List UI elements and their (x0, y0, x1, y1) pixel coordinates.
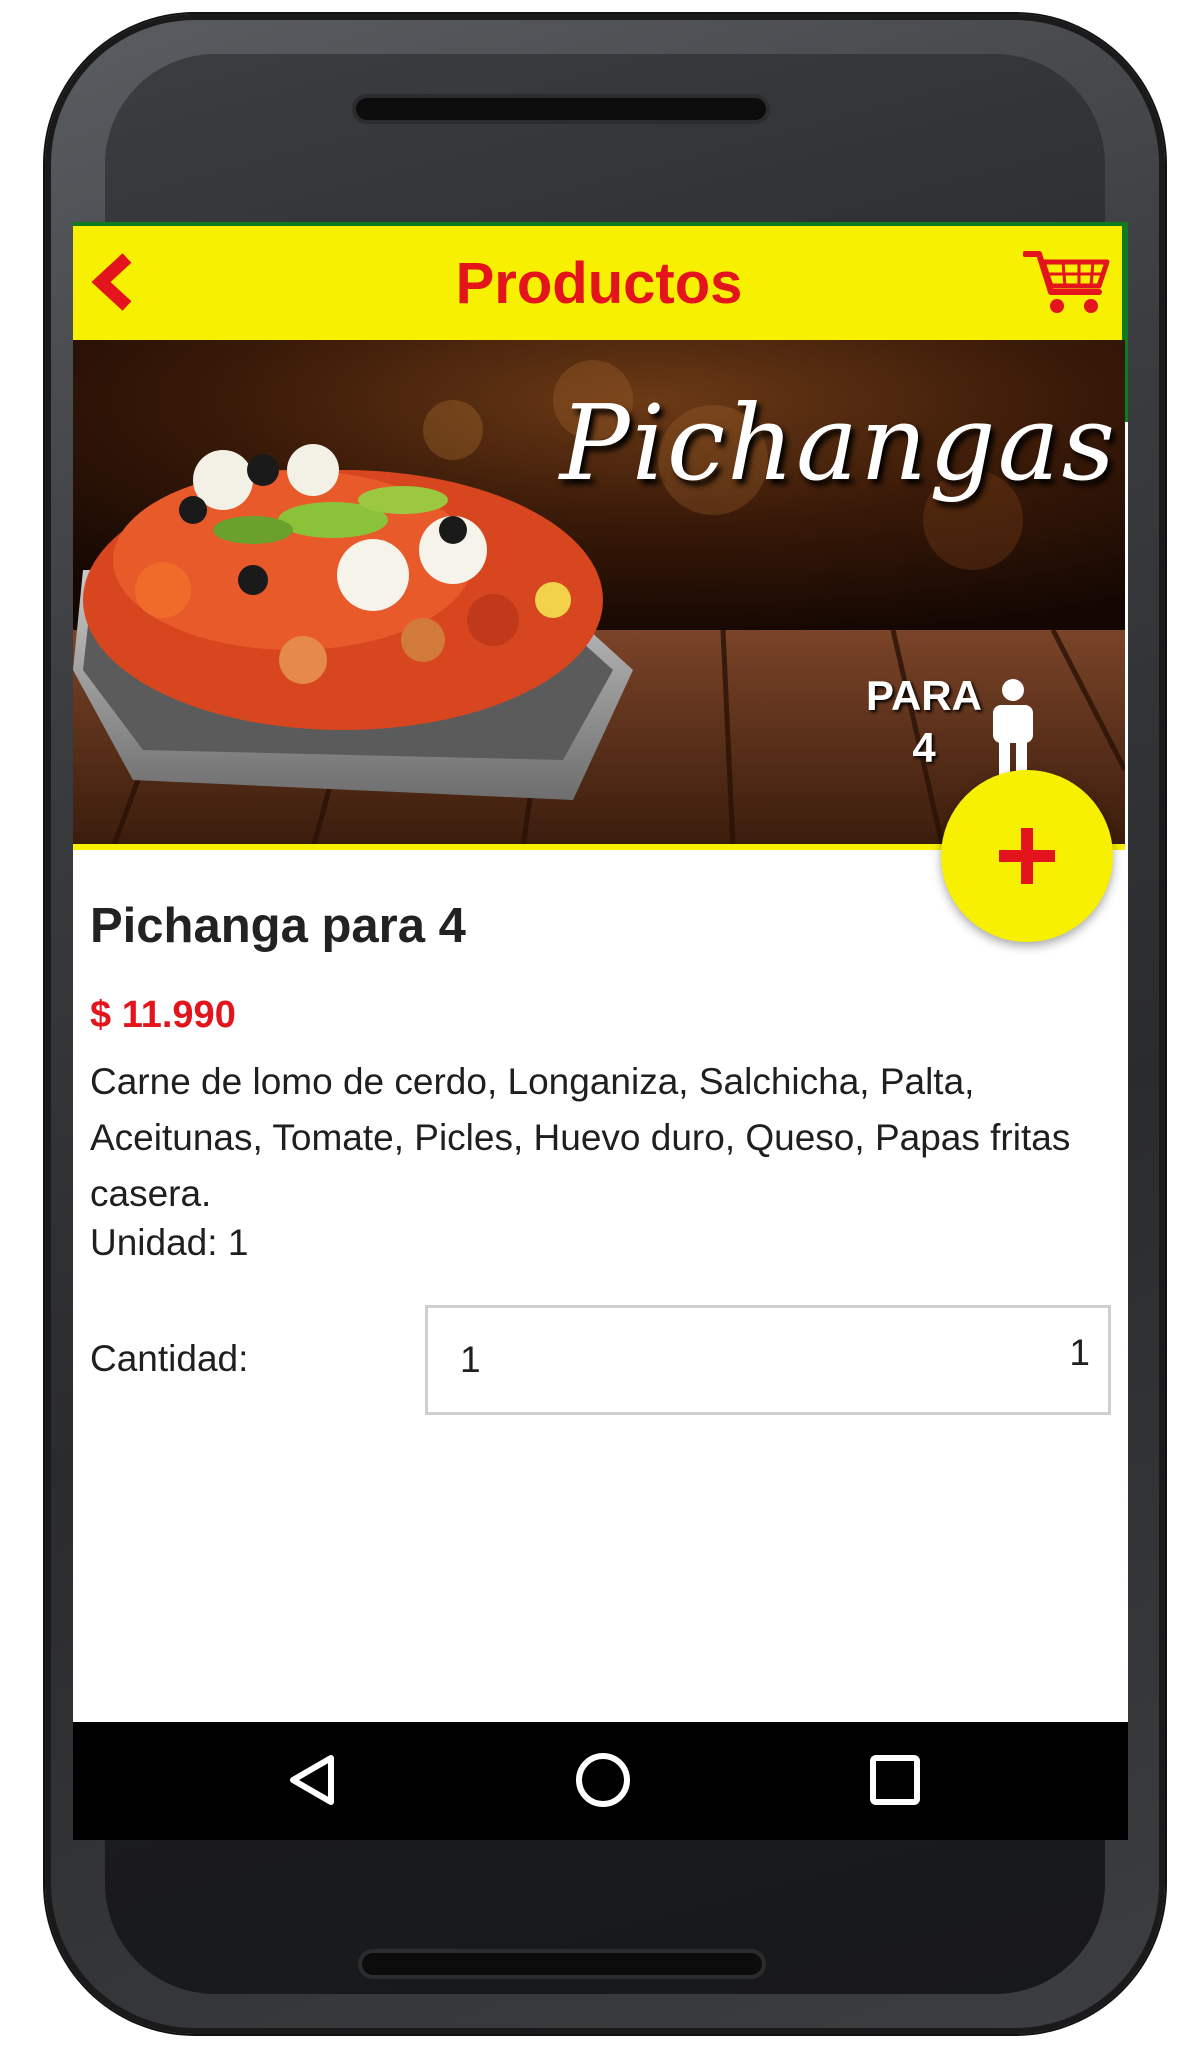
app-bar: Productos (73, 222, 1125, 340)
bottom-speaker (362, 1953, 762, 1975)
nav-back-button[interactable] (283, 1750, 343, 1810)
earpiece-speaker (356, 98, 766, 120)
plus-icon (999, 828, 1055, 884)
nav-home-icon (576, 1753, 630, 1807)
unit-value: 1 (227, 1222, 249, 1263)
product-unit: Unidad: 1 (90, 1222, 248, 1264)
nav-home-button[interactable] (573, 1750, 633, 1810)
banner-headline: Pichangas (559, 382, 1117, 504)
quantity-label: Cantidad: (90, 1338, 249, 1379)
add-to-cart-fab[interactable] (941, 770, 1113, 942)
nav-recents-button[interactable] (865, 1750, 925, 1810)
banner-para-count: 4 (912, 724, 936, 771)
nav-recents-icon (870, 1755, 920, 1805)
cart-button[interactable] (1022, 246, 1111, 316)
banner-serves-badge: PARA 4 (859, 670, 989, 774)
product-name: Pichanga para 4 (90, 899, 466, 953)
product-price: $ 11.990 (90, 994, 236, 1036)
page-title: Productos (455, 251, 743, 316)
quantity-field[interactable]: 1 (425, 1305, 1111, 1415)
system-nav-bar (73, 1722, 1128, 1840)
nav-back-icon (290, 1755, 334, 1805)
unit-label: Unidad: (90, 1222, 218, 1263)
product-description: Carne de lomo de cerdo, Longaniza, Salch… (90, 1061, 1071, 1214)
person-icon (993, 679, 1033, 776)
cart-icon (1022, 251, 1110, 313)
app-screen: Productos Pichangas PARA 4 Pichanga para… (73, 222, 1128, 1840)
quantity-counter: 1 (1069, 1332, 1090, 1373)
quantity-input[interactable] (458, 1338, 762, 1382)
banner-para-label: PARA (866, 672, 982, 719)
